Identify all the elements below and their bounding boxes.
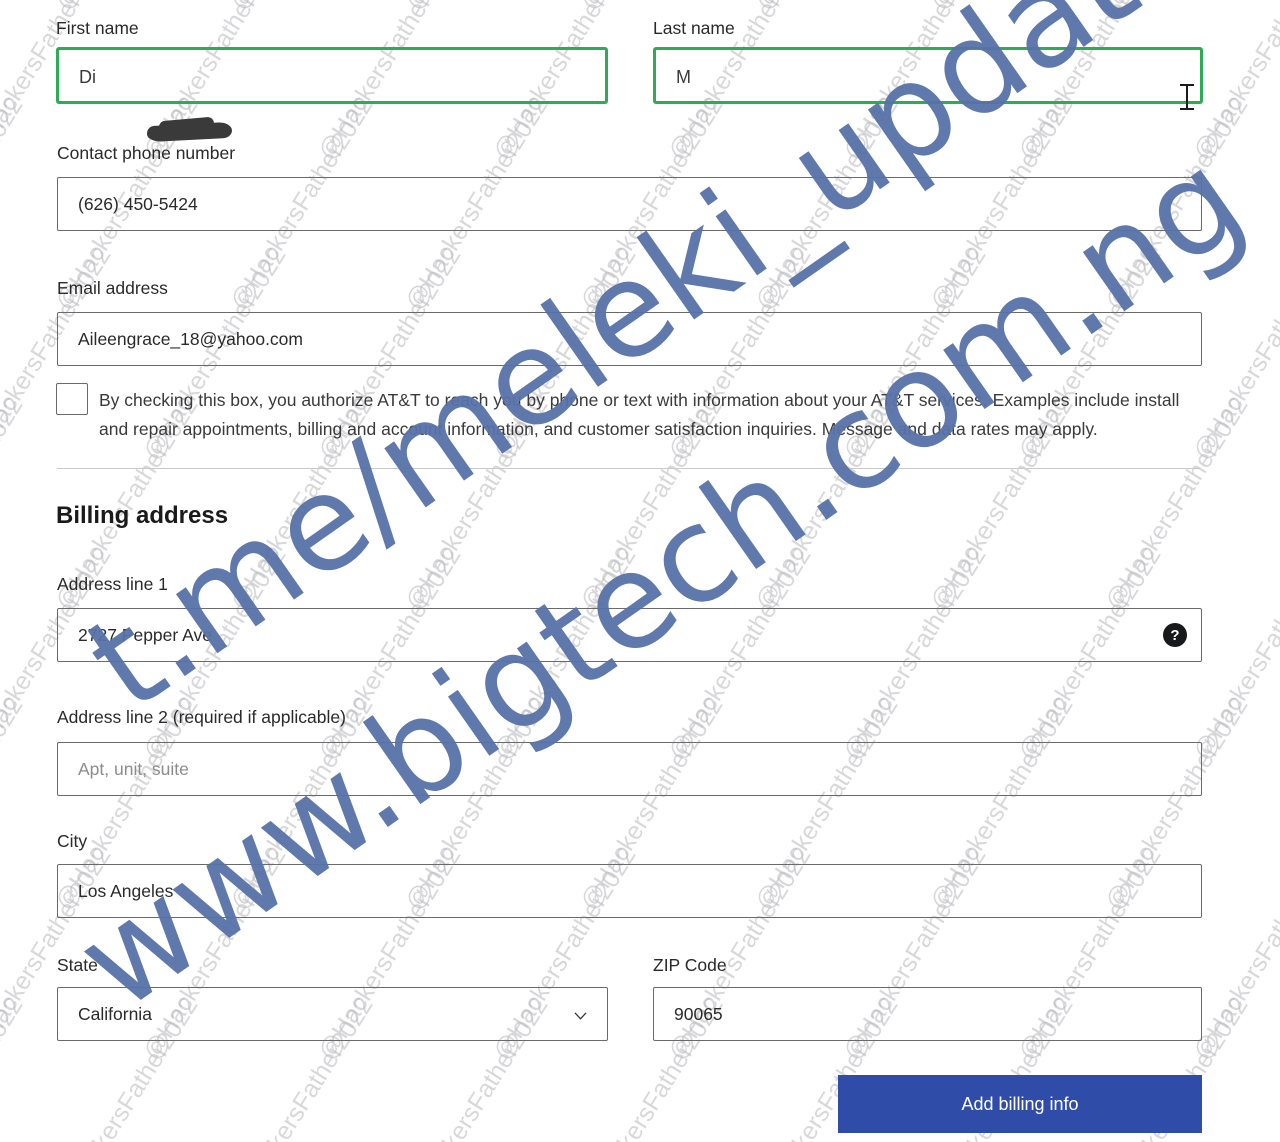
city-value: Los Angeles (78, 880, 174, 901)
watermark-tile: @HackersFather2022 (0, 0, 29, 15)
billing-form-page: @HackersFather2022 @HackersFather2022 @Hac… (0, 0, 1280, 1142)
watermark-tile: @HackersFather2022 (225, 0, 379, 15)
last-name-value-prefix: M (676, 67, 691, 87)
watermark-tile: @HackersFather2022 (1275, 692, 1280, 915)
contact-phone-value: (626) 450-5424 (78, 193, 198, 214)
zip-code-input[interactable]: 90065 (653, 987, 1202, 1041)
watermark-tile: @HackersFather2022 (0, 92, 29, 315)
email-value: Aileengrace_18@yahoo.com (78, 328, 303, 349)
watermark-tile: @HackersFather2022 (0, 392, 29, 615)
watermark-tile: @HackersFather2022 (50, 0, 204, 15)
watermark-tile: @HackersFather2022 (750, 0, 904, 15)
city-input[interactable]: Los Angeles (57, 864, 1202, 918)
address-line-2-input[interactable]: Apt, unit, suite (57, 742, 1202, 796)
watermark-tile: @HackersFather2022 (400, 0, 554, 15)
zip-code-label: ZIP Code (653, 955, 727, 975)
marketing-consent-checkbox[interactable] (56, 383, 88, 415)
watermark-tile: @HackersFather2022 (575, 0, 729, 15)
first-name-value-prefix: Di (79, 67, 96, 87)
chevron-down-icon (574, 1012, 587, 1020)
last-name-label: Last name (653, 18, 735, 38)
last-name-input[interactable]: M (653, 47, 1203, 104)
marketing-consent-text: By checking this box, you authorize AT&T… (99, 390, 1180, 439)
address-line-1-input[interactable]: 2727 Pepper Ave ? (57, 608, 1202, 662)
contact-phone-label: Contact phone number (57, 143, 236, 163)
state-value: California (78, 1003, 152, 1024)
address-line-2-label: Address line 2 (required if applicable) (57, 707, 346, 727)
billing-address-title: Billing address (56, 502, 229, 529)
add-billing-info-button[interactable]: Add billing info (838, 1075, 1202, 1133)
section-divider (57, 468, 1200, 469)
watermark-tile-layer: @HackersFather2022 @HackersFather2022 @Hac… (0, 0, 1280, 1142)
contact-phone-input[interactable]: (626) 450-5424 (57, 177, 1202, 231)
watermark-tile: @HackersFather2022 (1100, 0, 1254, 15)
address-line-1-label: Address line 1 (57, 574, 168, 594)
city-label: City (57, 831, 88, 851)
watermark-tile: @HackersFather2022 (1275, 0, 1280, 15)
state-select[interactable]: California (57, 987, 608, 1041)
watermark-tile: @HackersFather2022 (0, 992, 29, 1142)
first-name-input[interactable]: Di (56, 47, 608, 143)
text-cursor-icon (1180, 84, 1194, 110)
zip-code-value: 90065 (674, 1003, 723, 1024)
first-name-label: First name (56, 18, 139, 38)
address-line-2-placeholder: Apt, unit, suite (78, 758, 189, 779)
watermark-tile: @HackersFather2022 (925, 0, 1079, 15)
email-input[interactable]: Aileengrace_18@yahoo.com (57, 312, 1202, 366)
watermark-tile: @HackersFather2022 (0, 692, 29, 915)
state-label: State (57, 955, 98, 975)
add-billing-info-label: Add billing info (961, 1093, 1079, 1114)
watermark-tile: @HackersFather2022 (1275, 992, 1280, 1142)
watermark-tile: @HackersFather2022 (1275, 392, 1280, 615)
email-label: Email address (57, 278, 168, 298)
watermark-tile: @HackersFather2022 (1275, 92, 1280, 315)
watermark-blue-layer: t.me/meleki_update www.bigtech.com.ng (0, 0, 1280, 1142)
address-line-1-value: 2727 Pepper Ave (78, 624, 212, 645)
question-mark-icon[interactable]: ? (1163, 623, 1187, 647)
